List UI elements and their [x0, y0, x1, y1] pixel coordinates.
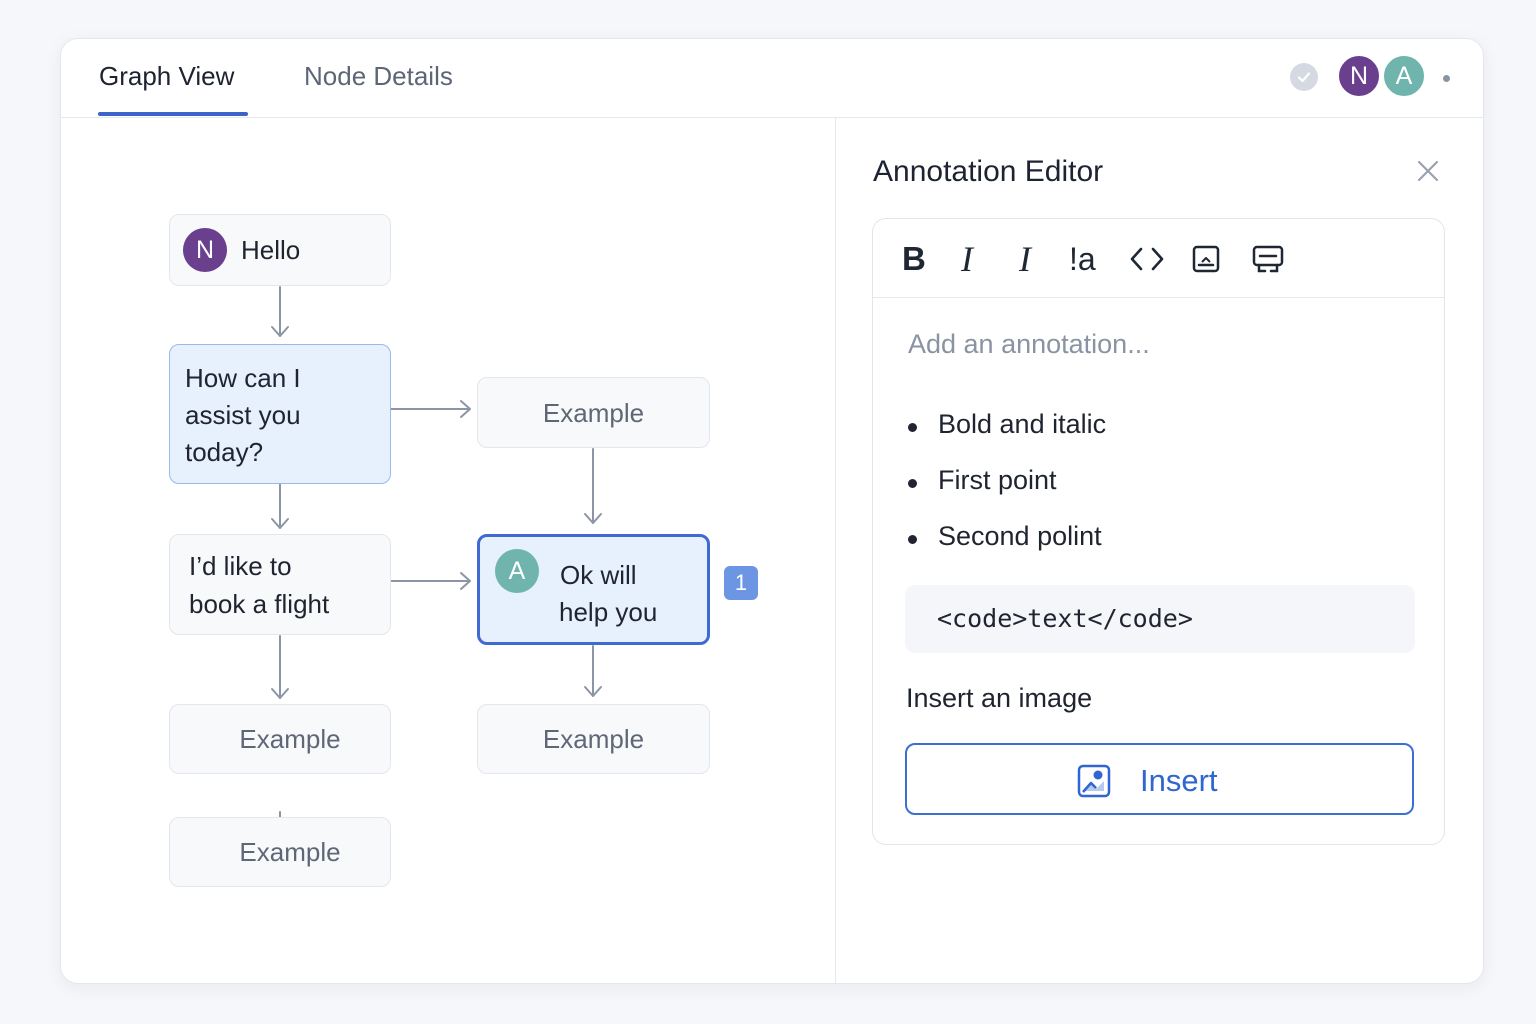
list-item: First point: [906, 465, 1106, 521]
graph-node-hello[interactable]: N Hello: [169, 214, 391, 286]
app-window: Graph View Node Details N A N Hello How …: [60, 38, 1484, 984]
graph-node-book-flight[interactable]: I’d like to book a flight: [169, 534, 391, 635]
node-text: Example: [239, 724, 341, 754]
graph-node-assist[interactable]: How can I assist you today?: [169, 344, 391, 484]
avatar-n: N: [183, 228, 227, 272]
bold-button[interactable]: B: [902, 239, 926, 279]
node-text: How can I: [185, 363, 301, 393]
list-item: Second polint: [906, 521, 1106, 577]
annotation-input[interactable]: Add an annotation...: [908, 329, 1150, 360]
node-text: assist you: [185, 400, 301, 430]
graph-node-example[interactable]: Example: [477, 377, 710, 448]
avatar-a[interactable]: A: [1382, 54, 1426, 98]
node-text: I’d like to: [189, 551, 292, 581]
image-icon: [1077, 764, 1111, 806]
bullet-list: Bold and italic First point Second polin…: [906, 409, 1106, 577]
insert-button-label: Insert: [1140, 763, 1218, 798]
insert-image-label: Insert an image: [906, 683, 1093, 713]
graph-node-example[interactable]: Example: [169, 817, 391, 887]
image-icon[interactable]: [1191, 243, 1221, 283]
node-text: Example: [542, 398, 645, 428]
active-tab-indicator: [98, 112, 248, 116]
node-text: help you: [559, 597, 658, 627]
embed-icon[interactable]: [1251, 243, 1285, 283]
tab-graph-view[interactable]: Graph View: [99, 61, 234, 92]
strikethrough-button[interactable]: !a: [1069, 239, 1096, 279]
tab-node-details[interactable]: Node Details: [304, 61, 453, 92]
header-bar: Graph View Node Details N A: [61, 39, 1483, 118]
editor-title: Annotation Editor: [873, 155, 1104, 188]
graph-canvas[interactable]: N Hello How can I assist you today? Exam…: [61, 118, 836, 983]
node-text: Example: [542, 724, 645, 754]
list-item: Bold and italic: [906, 409, 1106, 465]
node-text: Hello: [241, 235, 301, 265]
insert-image-button[interactable]: Insert: [905, 743, 1414, 815]
graph-node-ok-help[interactable]: A Ok will help you: [477, 534, 710, 645]
italic-button[interactable]: I: [961, 239, 973, 279]
editor-toolbar: B I I !a: [873, 219, 1444, 298]
check-circle-icon[interactable]: [1290, 63, 1318, 91]
close-icon[interactable]: [1417, 160, 1439, 187]
code-icon[interactable]: [1129, 243, 1165, 283]
avatar-n[interactable]: N: [1337, 54, 1381, 98]
graph-node-example[interactable]: Example: [169, 704, 391, 774]
node-text: today?: [185, 437, 264, 467]
annotation-editor: B I I !a Add an annotation... Bold and i…: [872, 218, 1445, 845]
italic-alt-button[interactable]: I: [1019, 239, 1031, 279]
avatar-a: A: [495, 549, 539, 593]
node-text: Ok will: [560, 560, 637, 590]
code-block: <code>text</code>: [905, 585, 1415, 653]
node-text: Example: [239, 837, 341, 867]
comment-count-badge[interactable]: 1: [724, 566, 758, 600]
node-text: book a flight: [189, 589, 330, 619]
graph-node-example[interactable]: Example: [477, 704, 710, 774]
more-dot-icon[interactable]: [1443, 75, 1450, 82]
